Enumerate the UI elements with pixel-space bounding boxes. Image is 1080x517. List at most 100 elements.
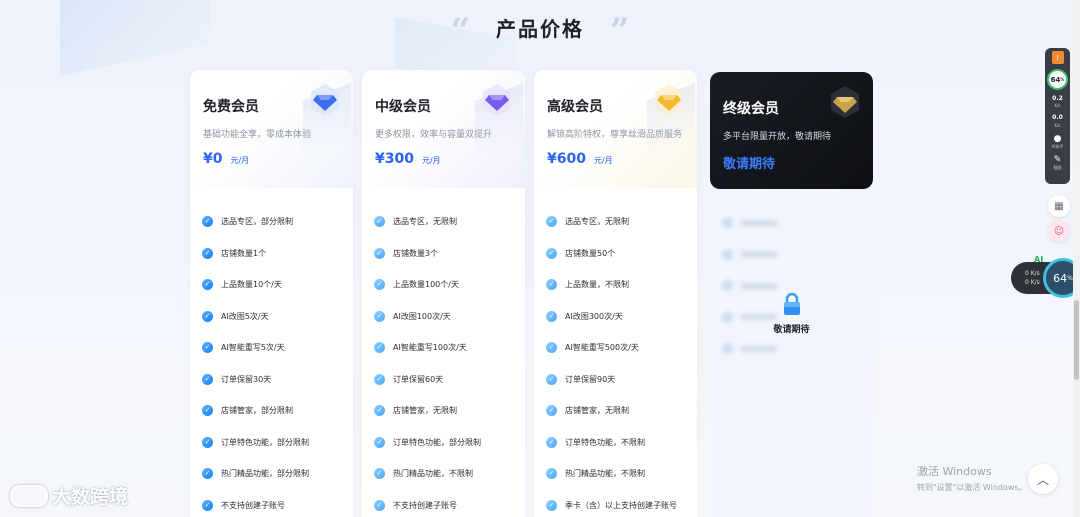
feature-item: ✓ 订单特色功能，部分限制 [374,427,525,459]
section-header: “ 产品价格 ” [0,6,1080,48]
feature-item: ✓ AI改图100次/天 [374,301,525,333]
check-icon: ✓ [546,279,557,291]
check-icon: ✓ [374,405,385,417]
quote-right-icon: ” [610,11,630,51]
feature-item: ✓ 热门精品功能，部分限制 [202,458,353,490]
chat-icon[interactable]: ● [1052,134,1064,144]
locked-overlay: 敬请期待 [710,292,873,335]
plan-price: ¥600 [547,151,586,167]
feature-item: ✓ AI智能重写500次/天 [546,332,697,364]
windows-activation-watermark: 激活 Windows 转到"设置"以激活 Windows。 [917,465,1027,492]
feature-item: ✓ 热门精品功能，不限制 [374,458,525,490]
diamond-icon [831,86,859,118]
feature-item: ✓ AI智能重写100次/天 [374,332,525,364]
plan-card-free[interactable]: 免费会员 基础功能全享，零成本体验 ¥0 元/月 ✓ 选品专区，部分限制 ✓ 店铺数… [190,70,353,517]
check-icon: ✓ [202,279,213,291]
check-icon: ✓ [374,499,385,511]
edit-icon[interactable]: ✎ [1052,155,1064,165]
ai-assistant-label: AI助手 [1051,143,1064,149]
feature-item: ✓ 订单保留90天 [546,364,697,396]
check-icon [722,343,733,355]
support-icon[interactable]: ☺ [1048,220,1070,242]
scrollbar-track[interactable] [1073,0,1080,517]
check-icon: ✓ [374,279,385,291]
diamond-icon [483,84,511,116]
check-icon: ✓ [374,468,385,480]
check-icon: ✓ [374,436,385,448]
check-icon: ✓ [202,499,213,511]
feature-list: ✓ 选品专区，部分限制 ✓ 店铺数量1个 ✓ 上品数量10个/天 ✓ AI改图5次/天 … [190,188,353,517]
check-icon [722,217,733,229]
check-icon: ✓ [546,405,557,417]
check-icon: ✓ [374,247,385,259]
feature-item: ✓ AI改图5次/天 [202,301,353,333]
check-icon: ✓ [374,310,385,322]
logo-mark-icon [10,484,48,507]
feature-item: ✓ 店铺数量3个 [374,238,525,270]
alert-icon: ! [1051,51,1064,64]
check-icon: ✓ [546,436,557,448]
plan-header: 免费会员 基础功能全享，零成本体验 ¥0 元/月 [190,70,353,188]
check-icon: ✓ [546,499,557,511]
brand-logo: 大数跨境 [10,482,128,509]
check-icon: ✓ [202,310,213,322]
check-icon: ✓ [202,405,213,417]
feature-item: ✓ 不支持创建子账号 [202,490,353,517]
cpu-usage-ring: 64% [1047,69,1068,90]
check-icon: ✓ [374,373,385,385]
plan-card-ultimate[interactable]: 终级会员 多平台限量开放，敬请期待 敬请期待 敬请期待 [710,70,873,517]
check-icon: ✓ [546,216,557,228]
feature-item: ✓ AI智能重写5次/天 [202,332,353,364]
feature-item: ✓ 店铺管家，无限制 [546,395,697,427]
lock-icon [783,292,800,315]
check-icon: ✓ [202,373,213,385]
screenshot-label: 截图 [1053,164,1062,170]
feature-item: ✓ 季卡（含）以上支持创建子账号 [546,490,697,517]
check-icon: ✓ [546,342,557,354]
feature-item: ✓ 上品数量100个/天 [374,269,525,301]
check-icon: ✓ [202,216,213,228]
feature-item: ✓ 上品数量，不限制 [546,269,697,301]
diamond-icon [311,84,339,116]
scrollbar-thumb[interactable] [1074,300,1079,380]
check-icon [722,248,733,260]
plan-header: 终级会员 多平台限量开放，敬请期待 敬请期待 [710,72,873,189]
plan-header: 高级会员 解锁高阶特权，尊享丝滑品质服务 ¥600 元/月 [534,70,697,188]
feature-item: ✓ 订单特色功能，部分限制 [202,427,353,459]
plan-card-mid[interactable]: 中级会员 更多权限，效率与容量双提升 ¥300 元/月 ✓ 选品专区，无限制 ✓ 店… [362,70,525,517]
check-icon: ✓ [374,216,385,228]
lock-label: 敬请期待 [773,325,810,335]
check-icon: ✓ [546,247,557,259]
feature-item-blurred [722,207,873,239]
feature-item: ✓ 选品专区，无限制 [374,206,525,238]
feature-item: ✓ AI改图300次/天 [546,301,697,333]
network-speed-widget[interactable]: 0 K/s 0 K/s 64% [1011,258,1080,298]
check-icon: ✓ [546,468,557,480]
plan-header: 中级会员 更多权限，效率与容量双提升 ¥300 元/月 [362,70,525,188]
check-icon: ✓ [202,436,213,448]
feature-item: ✓ 选品专区，部分限制 [202,206,353,238]
feature-item: ✓ 店铺管家，无限制 [374,395,525,427]
feature-item: ✓ 订单保留30天 [202,364,353,396]
feature-item: ✓ 热门精品功能，不限制 [546,458,697,490]
feature-item: ✓ 订单保留60天 [374,364,525,396]
check-icon: ✓ [546,373,557,385]
plan-price: ¥300 [375,151,414,167]
check-icon: ✓ [546,310,557,322]
back-to-top-button[interactable]: ︿ [1028,464,1058,494]
feature-item: ✓ 选品专区，无限制 [546,206,697,238]
feature-item-blurred [722,333,873,365]
plan-description: 多平台限量开放，敬请期待 [723,132,832,142]
price-unit: 元/月 [421,156,441,165]
feature-item: ✓ 店铺数量50个 [546,238,697,270]
feature-list: ✓ 选品专区，无限制 ✓ 店铺数量50个 ✓ 上品数量，不限制 ✓ AI改图300次/天… [534,188,697,517]
plan-card-high[interactable]: 高级会员 解锁高阶特权，尊享丝滑品质服务 ¥600 元/月 ✓ 选品专区，无限制 … [534,70,697,517]
feature-item: ✓ 上品数量10个/天 [202,269,353,301]
system-monitor-widget[interactable]: ! 64% 0.2 K/s 0.0 K/s ● AI助手 ✎ 截图 [1045,48,1070,184]
feature-item: ✓ 不支持创建子账号 [374,490,525,517]
qrcode-icon[interactable]: ▦ [1048,195,1070,217]
feature-item: ✓ 店铺数量1个 [202,238,353,270]
upload-stat: 0.2 K/s [1052,95,1063,109]
feature-list-locked [710,189,873,365]
plan-price: ¥0 [203,151,223,167]
